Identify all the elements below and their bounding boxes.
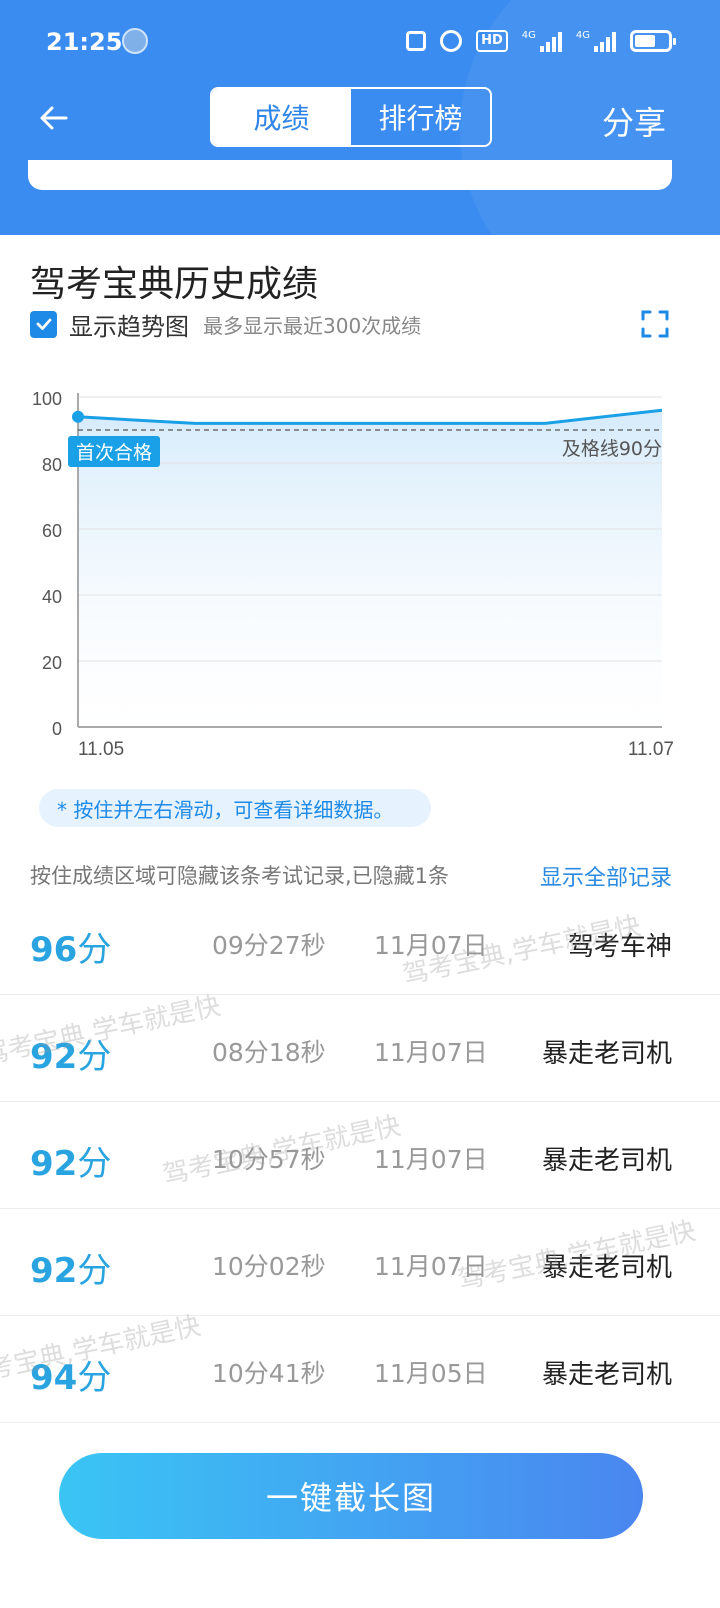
y-tick-label: 40 [42, 587, 62, 607]
record-date: 11月07日 [374, 931, 488, 960]
battery-icon [630, 30, 676, 52]
record-score-value: 96 [30, 930, 78, 970]
record-score: 94分 [30, 1350, 111, 1399]
record-duration: 10分41秒 [212, 1359, 326, 1388]
y-tick-label: 0 [52, 719, 62, 739]
page-title: 驾考宝典历史成绩 [30, 264, 319, 305]
trend-toggle-row: 显示趋势图 最多显示最近300次成绩 [30, 307, 422, 342]
record-score-unit: 分 [77, 1251, 112, 1291]
trend-hint: 最多显示最近300次成绩 [203, 313, 422, 338]
notification-avatar-icon [122, 28, 148, 54]
record-date: 11月05日 [374, 1359, 488, 1388]
record-title: 暴走老司机 [541, 1253, 672, 1283]
record-duration: 10分57秒 [212, 1145, 326, 1174]
hide-record-note: 按住成绩区域可隐藏该条考试记录,已隐藏1条 [30, 864, 450, 888]
record-row[interactable]: 92分 08分18秒 11月07日 暴走老司机 [0, 995, 720, 1102]
record-date: 11月07日 [374, 1145, 488, 1174]
back-arrow-icon[interactable] [36, 100, 72, 136]
first-pass-badge-label: 首次合格 [76, 442, 152, 464]
check-icon [36, 318, 51, 330]
record-duration: 10分02秒 [212, 1252, 326, 1281]
record-score-unit: 分 [77, 1037, 112, 1077]
record-row[interactable]: 96分 09分27秒 11月07日 驾考车神 [0, 888, 720, 995]
signal-4g-icon-2: 4G [576, 30, 616, 52]
y-tick-label: 100 [32, 389, 62, 409]
share-button[interactable]: 分享 [602, 98, 666, 144]
tab-ranking[interactable]: 排行榜 [351, 89, 490, 145]
long-screenshot-button[interactable]: 一键截长图 [59, 1453, 643, 1539]
nfc-icon [406, 31, 427, 51]
record-score: 96分 [30, 922, 111, 971]
show-trend-checkbox[interactable] [30, 310, 57, 338]
record-score: 92分 [30, 1243, 111, 1292]
record-duration: 08分18秒 [212, 1038, 326, 1067]
pass-line-label: 及格线90分 [562, 438, 662, 460]
record-row[interactable]: 94分 10分41秒 11月05日 暴走老司机 [0, 1316, 720, 1423]
record-score-unit: 分 [77, 930, 112, 970]
status-icons: HD 4G 4G [406, 28, 676, 54]
score-trend-chart[interactable]: 0 20 40 60 80 100 及格线90分 首次合格 11.05 11.07 [0, 380, 720, 770]
record-score-value: 92 [30, 1037, 78, 1077]
record-score-unit: 分 [77, 1144, 112, 1184]
first-pass-point [72, 410, 84, 423]
record-row[interactable]: 92分 10分02秒 11月07日 暴走老司机 [0, 1209, 720, 1316]
y-tick-label: 60 [42, 521, 62, 541]
y-tick-label: 20 [42, 653, 62, 673]
x-tick-label: 11.07 [628, 739, 674, 760]
status-time: 21:25 [46, 28, 123, 56]
record-duration: 09分27秒 [212, 931, 326, 960]
hd-voice-icon: HD [476, 30, 508, 52]
tab-scores[interactable]: 成绩 [212, 89, 351, 145]
x-tick-label: 11.05 [78, 739, 124, 760]
top-header: 21:25 HD 4G 4G 成绩 排行榜 分享 [0, 0, 720, 235]
record-title: 驾考车神 [567, 932, 672, 962]
record-score: 92分 [30, 1029, 111, 1078]
alarm-icon [440, 30, 463, 52]
y-tick-label: 80 [42, 455, 62, 475]
fullscreen-icon[interactable] [640, 309, 670, 339]
record-score-unit: 分 [77, 1358, 112, 1398]
record-score: 92分 [30, 1136, 111, 1185]
signal-4g-icon: 4G [522, 30, 562, 52]
record-score-value: 92 [30, 1251, 78, 1291]
record-date: 11月07日 [374, 1252, 488, 1281]
swipe-tip: * 按住并左右滑动，可查看详细数据。 [39, 789, 431, 827]
record-score-value: 92 [30, 1144, 78, 1184]
status-bar: 21:25 HD 4G 4G [0, 0, 720, 84]
series-line [77, 408, 663, 425]
record-title: 暴走老司机 [541, 1360, 672, 1390]
show-trend-label[interactable]: 显示趋势图 [69, 307, 189, 342]
record-date: 11月07日 [374, 1038, 488, 1067]
segment-tabs: 成绩 排行榜 [210, 87, 492, 147]
record-title: 暴走老司机 [541, 1146, 672, 1176]
record-score-value: 94 [30, 1358, 78, 1398]
record-row[interactable]: 92分 10分57秒 11月07日 暴走老司机 [0, 1102, 720, 1209]
score-card-bottom [28, 160, 672, 190]
record-title: 暴走老司机 [541, 1039, 672, 1069]
record-list: 96分 09分27秒 11月07日 驾考车神 92分 08分18秒 11月07日 暴走老司机 9… [0, 888, 720, 1423]
